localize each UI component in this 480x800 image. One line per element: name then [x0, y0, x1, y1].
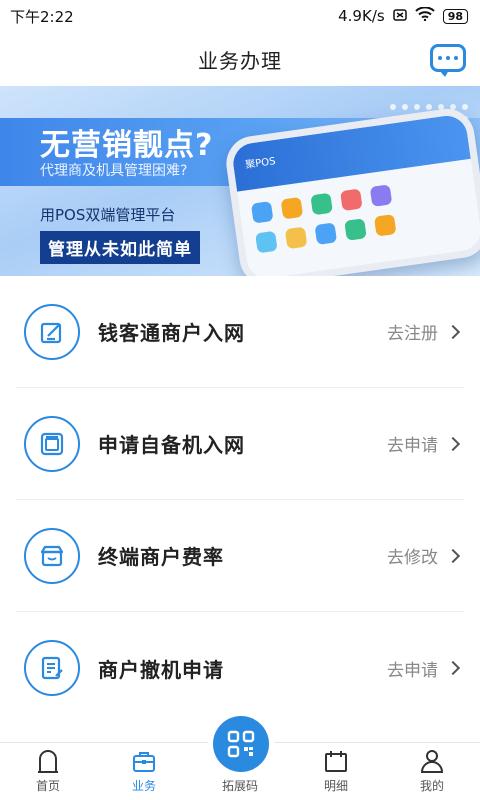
service-label: 申请自备机入网 — [98, 433, 245, 457]
tab-label: 首页 — [35, 779, 60, 793]
tab-mine[interactable]: 我的 — [384, 743, 480, 800]
banner-tag: 管理从未如此简单 — [40, 231, 200, 264]
promo-banner[interactable]: 无营销靓点? 代理商及机具管理困难? 聚POS 用POS双端管理平台 管理从未如… — [0, 86, 480, 276]
briefcase-icon — [131, 746, 157, 774]
chevron-right-icon — [445, 436, 461, 451]
pos-device-icon — [24, 415, 80, 472]
page-title: 业务办理 — [198, 48, 282, 73]
tab-label: 拓展码 — [221, 779, 258, 793]
calendar-icon — [323, 746, 349, 774]
service-action-text: 去注册 — [387, 324, 438, 344]
service-row-merchant-register[interactable]: 钱客通商户入网 去注册 — [16, 276, 464, 388]
wifi-icon — [414, 6, 435, 25]
chevron-right-icon — [445, 548, 461, 563]
service-action-text: 去申请 — [387, 436, 438, 456]
tab-label: 明细 — [323, 779, 348, 793]
tab-label: 我的 — [419, 779, 444, 793]
chevron-right-icon — [445, 660, 461, 676]
status-time: 下午2:22 — [10, 7, 74, 26]
service-action[interactable]: 去申请 — [387, 431, 461, 456]
tab-label: 业务 — [131, 779, 156, 793]
service-row-own-device[interactable]: 申请自备机入网 去申请 — [16, 388, 464, 500]
network-speed: 4.9K/s — [338, 7, 385, 25]
tab-business[interactable]: 业务 — [96, 743, 192, 800]
service-row-terminal-rate[interactable]: 终端商户费率 去修改 — [16, 500, 464, 612]
banner-subtitle: 代理商及机具管理困难? — [40, 163, 188, 179]
qr-code-icon[interactable] — [213, 716, 269, 772]
banner-line: 用POS双端管理平台 — [40, 206, 176, 224]
status-right: 4.9K/s 98 — [338, 6, 468, 25]
service-action[interactable]: 去申请 — [387, 656, 461, 681]
service-label: 终端商户费率 — [98, 545, 224, 569]
chevron-right-icon — [445, 324, 461, 339]
user-icon — [419, 746, 445, 774]
chat-bubble-icon[interactable] — [430, 44, 466, 77]
app-header: 业务办理 — [0, 32, 480, 86]
store-icon — [24, 527, 80, 584]
service-list: 钱客通商户入网 去注册 申请自备机入网 去申请 终端商户费率 去修改 商户撤机申… — [0, 276, 480, 724]
home-icon — [35, 746, 61, 774]
document-edit-icon — [24, 640, 80, 696]
service-row-withdraw[interactable]: 商户撤机申请 去申请 — [16, 612, 464, 724]
service-action-text: 去修改 — [387, 548, 438, 568]
sim-icon — [392, 7, 407, 25]
service-label: 商户撤机申请 — [98, 657, 224, 682]
service-action-text: 去申请 — [387, 660, 438, 681]
battery-icon: 98 — [442, 8, 468, 24]
service-action[interactable]: 去修改 — [387, 543, 461, 568]
banner-title: 无营销靓点? — [40, 128, 214, 163]
tab-details[interactable]: 明细 — [288, 743, 384, 800]
service-label: 钱客通商户入网 — [98, 321, 245, 345]
service-action[interactable]: 去注册 — [387, 319, 461, 344]
status-bar: 下午2:22 4.9K/s 98 — [0, 0, 480, 32]
edit-note-icon — [24, 303, 80, 360]
tab-home[interactable]: 首页 — [0, 743, 96, 800]
